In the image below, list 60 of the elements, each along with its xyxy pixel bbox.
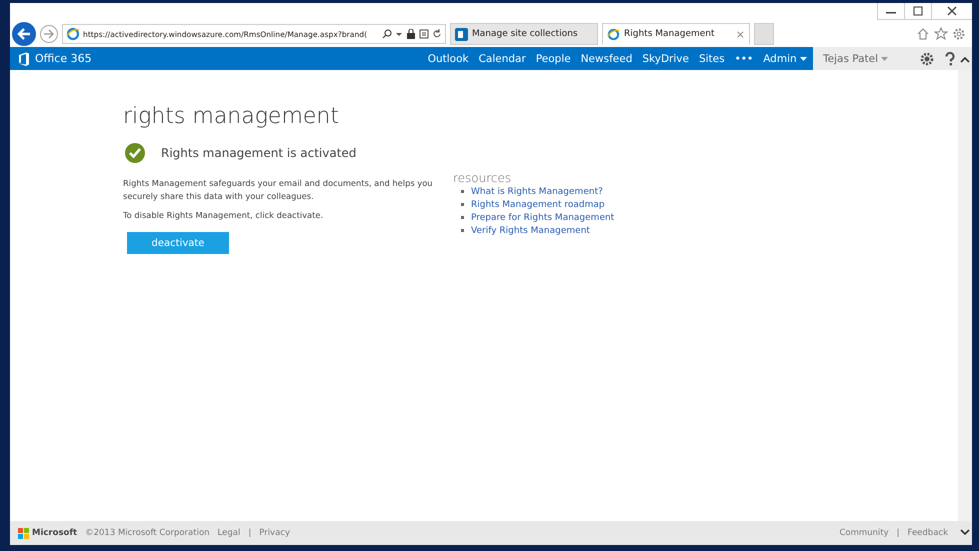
resource-link[interactable]: Prepare for Rights Management [471, 212, 614, 222]
status-text: Rights management is activated [161, 146, 356, 160]
nav-link[interactable]: Newsfeed [580, 52, 632, 64]
footer-link[interactable]: Community [839, 528, 889, 538]
check-circle-icon [125, 143, 145, 163]
bullet-icon [461, 229, 464, 232]
browser-tab[interactable]: Manage site collections [450, 23, 598, 45]
page-title: rights management [123, 104, 340, 129]
minimize-icon[interactable] [877, 3, 904, 20]
tab-close-button[interactable]: × [736, 28, 745, 40]
scroll-down-icon[interactable] [960, 529, 970, 537]
admin-menu[interactable]: Admin [763, 52, 807, 64]
separator: | [896, 528, 900, 538]
lock-icon [406, 29, 416, 39]
close-icon[interactable] [931, 3, 972, 20]
nav-link[interactable]: Sites [698, 52, 725, 64]
deactivate-button[interactable]: deactivate [127, 232, 229, 254]
browser-icon [607, 28, 620, 40]
copyright-text: ©2013 Microsoft Corporation [85, 528, 210, 538]
nav-link[interactable]: People [536, 52, 571, 64]
brand-name: Office 365 [35, 52, 92, 65]
settings-icon[interactable] [952, 27, 966, 41]
nav-link[interactable]: Calendar [478, 52, 526, 64]
bullet-icon [461, 216, 464, 219]
arrow-left-icon [16, 26, 32, 42]
bullet-icon [461, 190, 464, 193]
caret-icon [800, 56, 807, 62]
scroll-up-icon[interactable] [960, 54, 970, 62]
search-icon[interactable] [382, 29, 392, 39]
instruction-text: To disable Rights Management, click deactivate. [123, 209, 324, 222]
resource-link[interactable]: Verify Rights Management [471, 226, 590, 236]
user-menu[interactable]: Tejas Patel [823, 52, 888, 64]
home-icon[interactable] [916, 27, 930, 41]
footer-link[interactable]: Feedback [908, 528, 948, 538]
separator: | [248, 528, 252, 538]
back-button[interactable] [12, 22, 36, 46]
star-icon[interactable] [934, 27, 948, 41]
browser-tab[interactable]: Rights Management × [602, 23, 750, 45]
help-icon[interactable] [944, 52, 956, 66]
forward-button[interactable] [40, 25, 58, 43]
resource-link[interactable]: Rights Management roadmap [471, 200, 605, 210]
footer-link[interactable]: Privacy [259, 528, 290, 538]
restore-icon[interactable] [904, 3, 931, 20]
nav-link[interactable]: ••• [734, 52, 754, 64]
nav-link[interactable]: SkyDrive [642, 52, 689, 64]
browser-icon [66, 27, 80, 41]
nav-link[interactable]: Outlook [428, 52, 469, 64]
arrow-right-icon [43, 28, 55, 40]
bullet-icon [461, 203, 464, 206]
footer-link[interactable]: Legal [218, 528, 240, 538]
resource-link[interactable]: What is Rights Management? [471, 186, 603, 196]
office-logo-icon [18, 52, 30, 66]
microsoft-logo-icon [18, 528, 29, 538]
description-text: Rights Management safeguards your email and documents, and helps you securely share this data with your colleagues. [123, 177, 433, 203]
scrollbar[interactable] [958, 70, 972, 521]
refresh-icon[interactable] [432, 29, 442, 39]
caret-icon [881, 56, 888, 62]
settings-icon[interactable] [920, 52, 934, 66]
resources-heading: resources [453, 171, 512, 185]
microsoft-brand: Microsoft [32, 528, 78, 538]
